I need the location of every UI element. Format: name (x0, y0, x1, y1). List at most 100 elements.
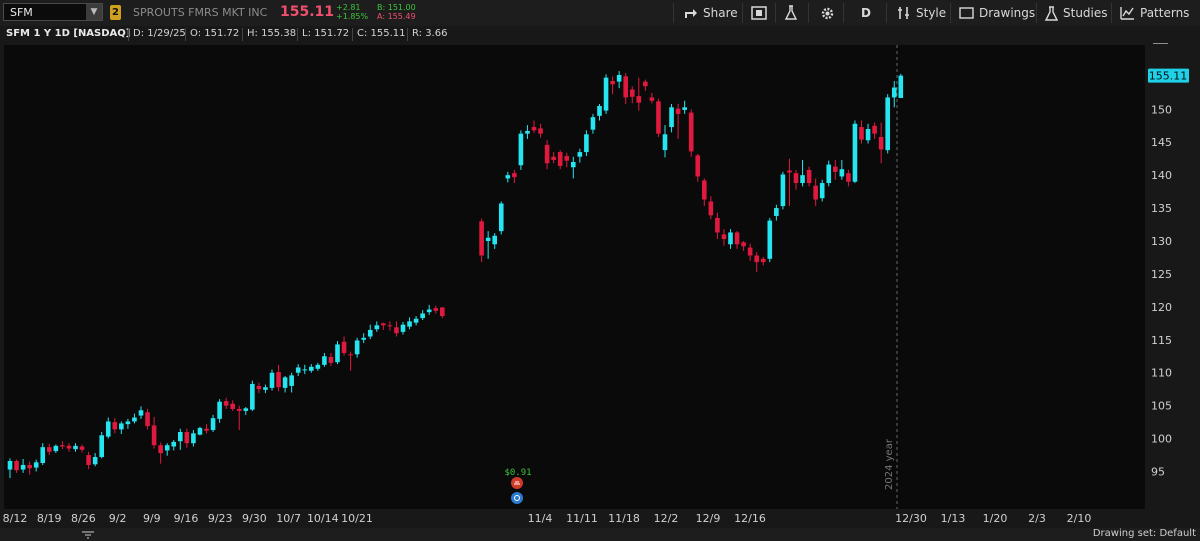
y-tick-label: 140 (1151, 169, 1172, 182)
candle-body (119, 423, 124, 430)
flask-button[interactable] (784, 3, 798, 23)
candle-body (40, 447, 46, 463)
company-name: SPROUTS FMRS MKT INC (133, 6, 268, 19)
collapse-icon[interactable] (80, 530, 96, 540)
chevron-down-icon[interactable]: ▼ (86, 4, 102, 20)
candle-body (597, 105, 602, 116)
share-icon (685, 9, 697, 18)
bar-date: D: 1/29/25 (133, 28, 186, 39)
style-icon (898, 7, 909, 19)
y-tick-label: 105 (1151, 400, 1172, 413)
candle-body (774, 208, 779, 216)
candle-body (269, 372, 275, 388)
candle-body (14, 460, 19, 471)
y-tick-label: 145 (1151, 136, 1172, 149)
candle-body (381, 323, 386, 326)
candle-body (734, 232, 740, 245)
x-tick-label: 10/7 (276, 512, 301, 525)
price-tag-label: 155.11 (1149, 70, 1188, 83)
candle-body (629, 89, 635, 97)
flask-icon (784, 5, 798, 20)
candle-body (531, 127, 537, 131)
share-label: Share (703, 6, 738, 20)
x-tick-label: 8/12 (3, 512, 28, 525)
price-chart[interactable]: 2024 year 95 100 105 110 115 120 125 130 135 140 1… (0, 43, 1200, 528)
candle-body (623, 76, 628, 98)
candle-body (872, 125, 877, 134)
candle-body (158, 445, 163, 454)
x-tick-label: 9/9 (143, 512, 161, 525)
bar-open: O: 151.72 (190, 28, 240, 39)
candle-body (276, 372, 281, 388)
candle-body (557, 152, 563, 166)
studies-button[interactable]: Studies (1045, 3, 1108, 23)
candle-body (688, 112, 694, 152)
candle (656, 98, 661, 137)
candle-body (885, 97, 890, 151)
patterns-button[interactable]: Patterns (1120, 3, 1189, 23)
candle-body (223, 401, 229, 406)
candle-body (420, 313, 425, 319)
candle-body (747, 247, 753, 256)
candle-body (846, 173, 851, 182)
candle-body (178, 432, 183, 442)
candle (767, 217, 773, 263)
candle-body (256, 385, 262, 390)
candle-body (367, 329, 373, 337)
candle-body (27, 464, 32, 469)
candle-body (813, 185, 818, 200)
period-button[interactable]: D (861, 3, 871, 23)
candle-body (518, 133, 524, 166)
x-tick-label: 1/13 (941, 512, 966, 525)
candle-body (243, 408, 249, 411)
candle-body (282, 377, 288, 388)
last-price: 155.11 (280, 4, 335, 20)
plot-area[interactable] (4, 45, 1145, 509)
symbol-input[interactable]: SFM (10, 6, 33, 19)
candle (99, 432, 104, 459)
x-tick-label: 2/3 (1028, 512, 1046, 525)
y-tick-label: 100 (1151, 433, 1172, 446)
style-button[interactable]: Style (897, 3, 946, 23)
candle (688, 109, 694, 157)
settings-button[interactable] (820, 3, 835, 23)
candle-body (505, 175, 511, 179)
candle-body (387, 325, 393, 327)
candle (335, 341, 340, 365)
candle-body (512, 173, 517, 178)
candle-body (544, 144, 550, 164)
candle-body (669, 107, 674, 128)
candle-body (636, 96, 642, 103)
candle-body (250, 383, 255, 410)
net-change: +2.81 (336, 3, 361, 12)
candle-body (407, 321, 412, 327)
candle (518, 130, 524, 170)
chart-title: SFM 1 Y 1D [NASDAQ] (6, 28, 131, 39)
top-toolbar: SFM ▼ 2 SPROUTS FMRS MKT INC 155.11 +2.8… (0, 0, 1200, 26)
candle-body (328, 356, 334, 363)
candle-body (92, 457, 98, 465)
x-tick-label: 11/4 (528, 512, 553, 525)
drawings-button[interactable]: Drawings (959, 3, 1035, 23)
snapshot-button[interactable] (751, 3, 767, 23)
candle-body (105, 421, 111, 437)
symbol-selector[interactable]: SFM ▼ (3, 3, 103, 21)
link-badge[interactable]: 2 (110, 5, 121, 20)
dividend-icon[interactable] (511, 492, 523, 504)
candle-body (695, 155, 701, 177)
candle-body (852, 123, 858, 182)
candle-body (819, 183, 825, 199)
candle-body (433, 308, 439, 311)
x-tick-label: 9/16 (174, 512, 199, 525)
candle-body (145, 412, 150, 427)
share-button[interactable]: Share (684, 3, 738, 23)
candle-body (33, 462, 39, 468)
x-tick-label: 2/10 (1067, 512, 1092, 525)
earnings-icon[interactable] (511, 477, 523, 489)
candle-body (99, 435, 104, 458)
candle-body (767, 220, 773, 259)
candle-body (793, 173, 799, 184)
candle-body (787, 170, 792, 173)
candle-body (47, 447, 52, 452)
candle-body (125, 421, 131, 425)
